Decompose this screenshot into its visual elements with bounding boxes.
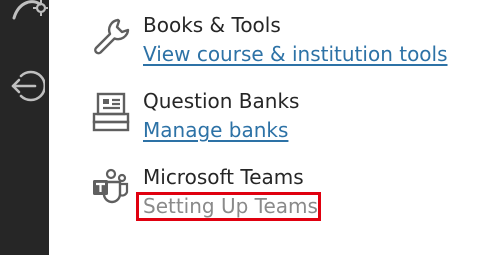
view-course-tools-link[interactable]: View course & institution tools	[143, 40, 448, 68]
course-tools-panel: Books & Tools View course & institution …	[0, 0, 488, 255]
left-rail	[0, 0, 49, 255]
gear-arc-icon[interactable]	[8, 0, 48, 24]
tool-item-microsoft-teams: Microsoft Teams Setting Up Teams	[90, 162, 480, 226]
tool-item-books-and-tools: Books & Tools View course & institution …	[90, 10, 480, 74]
highlight-box	[136, 192, 321, 221]
question-bank-icon	[90, 92, 132, 134]
wrench-icon	[90, 16, 132, 58]
books-and-tools-title: Books & Tools	[143, 13, 281, 37]
manage-banks-link[interactable]: Manage banks	[143, 116, 288, 144]
sign-out-icon[interactable]	[9, 68, 47, 104]
question-banks-title: Question Banks	[143, 89, 300, 113]
microsoft-teams-icon	[90, 168, 132, 210]
tool-item-question-banks: Question Banks Manage banks	[90, 86, 480, 150]
microsoft-teams-title: Microsoft Teams	[143, 165, 304, 189]
